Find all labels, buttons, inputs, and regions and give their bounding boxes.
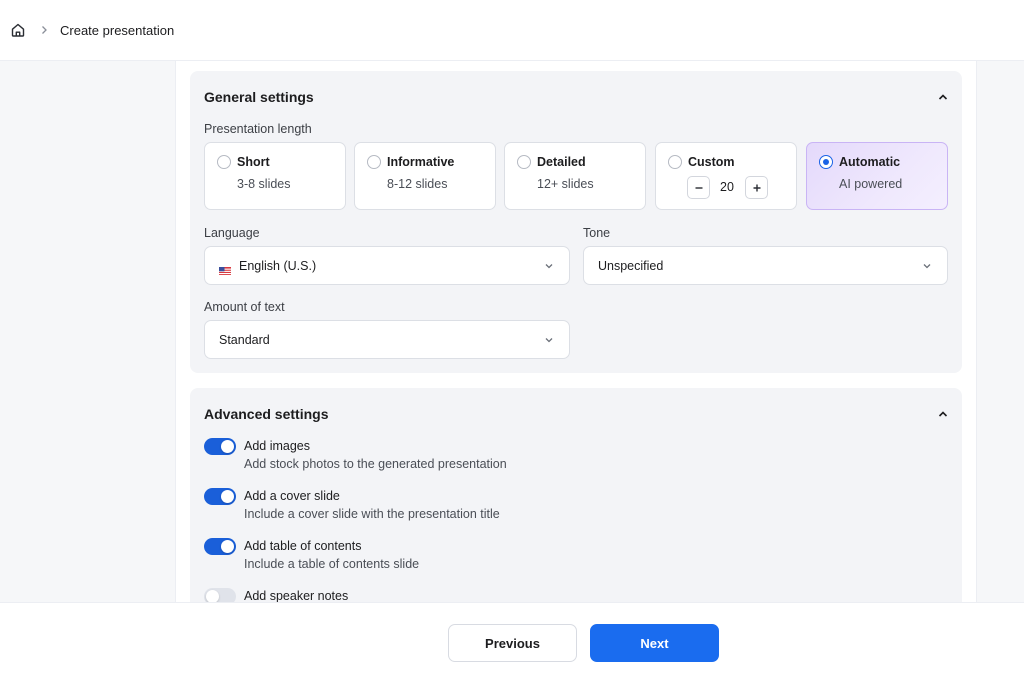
increment-button[interactable] — [745, 176, 768, 199]
option-subtitle: 3-8 slides — [237, 177, 291, 191]
language-value: English (U.S.) — [239, 259, 317, 273]
add-cover-slide-toggle[interactable] — [204, 488, 236, 505]
general-settings-title: General settings — [204, 89, 314, 105]
radio-button[interactable] — [367, 155, 381, 169]
presentation-length-label: Presentation length — [204, 122, 312, 136]
custom-slide-count[interactable]: 20 — [714, 180, 740, 194]
option-title: Short — [237, 155, 270, 169]
chevron-down-icon — [543, 260, 555, 272]
radio-button-selected[interactable] — [819, 155, 833, 169]
next-button[interactable]: Next — [590, 624, 719, 662]
advanced-settings-title: Advanced settings — [204, 406, 329, 422]
tone-select[interactable]: Unspecified — [583, 246, 948, 285]
radio-button[interactable] — [517, 155, 531, 169]
language-select[interactable]: English (U.S.) — [204, 246, 570, 285]
language-label: Language — [204, 226, 260, 240]
toggle-title: Add images — [244, 439, 311, 453]
us-flag-icon — [219, 262, 231, 275]
tone-label: Tone — [583, 226, 611, 240]
toggle-title: Add a cover slide — [244, 489, 340, 503]
option-title: Detailed — [537, 155, 586, 169]
option-title: Custom — [688, 155, 735, 169]
option-subtitle: AI powered — [839, 177, 903, 191]
option-title: Informative — [387, 155, 455, 169]
chevron-up-icon[interactable] — [936, 407, 950, 421]
chevron-down-icon — [543, 334, 555, 346]
settings-content[interactable]: General settings Presentation length Sho… — [176, 61, 976, 602]
option-subtitle: 8-12 slides — [387, 177, 448, 191]
option-title: Automatic — [839, 155, 901, 169]
right-gutter — [976, 61, 1024, 602]
toggle-subtitle: Include a table of contents slide — [244, 557, 420, 571]
breadcrumb: Create presentation — [0, 0, 1024, 61]
toggle-title: Add speaker notes — [244, 589, 349, 602]
length-option-short[interactable]: Short 3-8 slides — [204, 142, 346, 210]
general-settings-panel: General settings Presentation length Sho… — [190, 71, 962, 373]
radio-button[interactable] — [668, 155, 682, 169]
home-icon[interactable] — [10, 22, 26, 38]
breadcrumb-current: Create presentation — [60, 22, 175, 38]
decrement-button[interactable] — [687, 176, 710, 199]
footer-bar: Previous Next — [0, 602, 1024, 678]
add-images-toggle[interactable] — [204, 438, 236, 455]
toggle-subtitle: Include a cover slide with the presentat… — [244, 507, 500, 521]
add-speaker-notes-toggle[interactable] — [204, 588, 236, 602]
amount-of-text-value: Standard — [219, 333, 270, 347]
radio-button[interactable] — [217, 155, 231, 169]
amount-of-text-label: Amount of text — [204, 300, 285, 314]
left-gutter — [0, 61, 176, 602]
amount-of-text-select[interactable]: Standard — [204, 320, 570, 359]
option-subtitle: 12+ slides — [537, 177, 594, 191]
advanced-settings-panel: Advanced settings Add images Add stock p… — [190, 388, 962, 602]
chevron-down-icon — [921, 260, 933, 272]
tone-value: Unspecified — [598, 259, 664, 273]
length-option-informative[interactable]: Informative 8-12 slides — [354, 142, 496, 210]
length-option-custom[interactable]: Custom 20 — [655, 142, 797, 210]
toggle-title: Add table of contents — [244, 539, 362, 553]
length-option-detailed[interactable]: Detailed 12+ slides — [504, 142, 646, 210]
add-table-of-contents-toggle[interactable] — [204, 538, 236, 555]
toggle-subtitle: Add stock photos to the generated presen… — [244, 457, 507, 471]
length-option-automatic[interactable]: Automatic AI powered — [806, 142, 948, 210]
chevron-up-icon[interactable] — [936, 90, 950, 104]
previous-button[interactable]: Previous — [448, 624, 577, 662]
chevron-right-icon — [40, 25, 48, 35]
